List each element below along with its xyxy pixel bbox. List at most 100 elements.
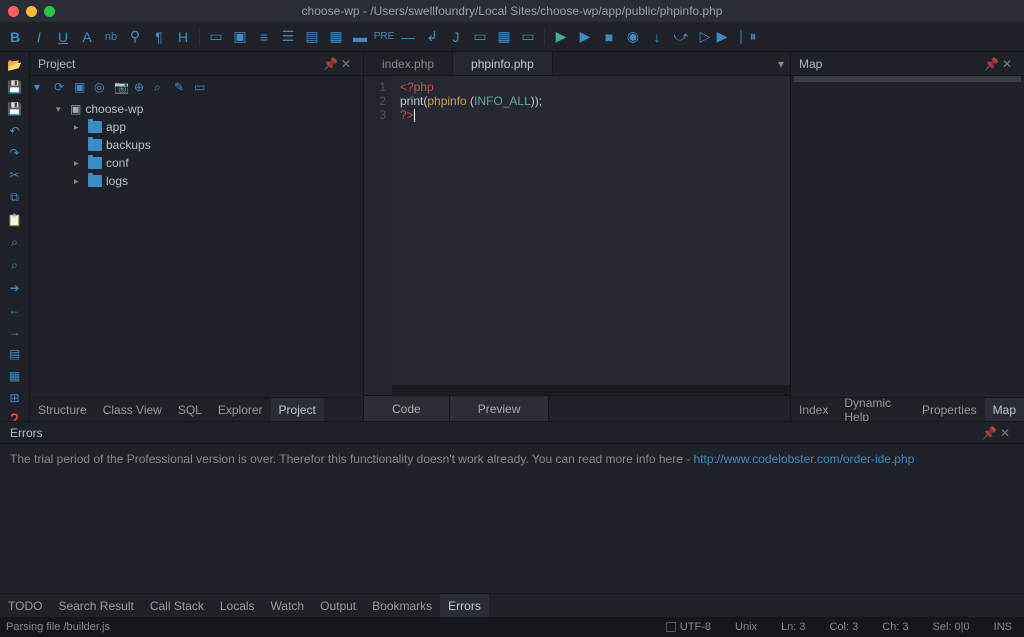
project-sync-icon[interactable]: ⟳ [54,80,68,94]
hr-icon[interactable]: — [399,28,417,46]
expand-icon[interactable]: ⊞ [6,391,24,405]
tab-sql[interactable]: SQL [170,398,210,421]
nav-fwd2-icon[interactable]: → [6,325,24,339]
tree-item-app[interactable]: ▸ app [30,118,363,136]
tab-map[interactable]: Map [985,398,1024,421]
tab-dynamic-help[interactable]: Dynamic Help [836,398,914,421]
tab-properties[interactable]: Properties [914,398,985,421]
link-icon[interactable]: A [78,28,96,46]
tab-output[interactable]: Output [312,594,364,617]
step-over-icon[interactable]: ⤻ [672,28,690,46]
tab-search-result[interactable]: Search Result [50,594,141,617]
project-edit-icon[interactable]: ✎ [174,80,188,94]
chat-icon[interactable]: ☰ [279,28,297,46]
debug-icon[interactable]: ▶ [576,28,594,46]
bookmark-icon[interactable]: ▤ [6,347,24,361]
view-tab-code[interactable]: Code [364,396,450,421]
code-editor[interactable]: 123 <?phpprint(phpinfo (INFO_ALL));?> [364,76,790,395]
textarea-icon[interactable]: ▦ [327,28,345,46]
select-icon[interactable]: ▤ [303,28,321,46]
anchor-icon[interactable]: ⚲ [126,28,144,46]
br-icon[interactable]: ↲ [423,28,441,46]
save-all-icon[interactable]: 💾 [6,102,24,116]
project-collapse-icon[interactable]: ▣ [74,80,88,94]
tab-explorer[interactable]: Explorer [210,398,271,421]
project-show-icon[interactable]: ◎ [94,80,108,94]
close-panel-icon[interactable]: ✕ [1002,57,1016,71]
nav-fwd-icon[interactable]: ← [6,303,24,317]
nbsp-icon[interactable]: nb [102,28,120,46]
tab-watch[interactable]: Watch [263,594,313,617]
tree-item-logs[interactable]: ▸ logs [30,172,363,190]
twisty-icon[interactable]: ▸ [74,122,84,133]
tab-errors[interactable]: Errors [440,594,489,617]
project-chevron-icon[interactable]: ▾ [34,80,48,94]
save-icon[interactable]: 💾 [6,80,24,94]
css-icon[interactable]: ▭ [471,28,489,46]
stop-icon[interactable]: ■ [600,28,618,46]
cut-icon[interactable]: ✂ [6,168,24,182]
minimize-window-button[interactable] [26,6,37,17]
tree-item-conf[interactable]: ▸ conf [30,154,363,172]
errors-link[interactable]: http://www.codelobster.com/order-ide.php [694,452,915,466]
close-panel-icon[interactable]: ✕ [1000,426,1014,440]
minimap-viewport[interactable] [794,76,1021,82]
tab-bookmarks[interactable]: Bookmarks [364,594,440,617]
project-photo-icon[interactable]: 📷 [114,80,128,94]
window-icon[interactable]: ▭ [207,28,225,46]
find-replace-icon[interactable]: ⌕ [6,258,24,273]
minimap[interactable] [791,76,1024,397]
open-file-icon[interactable]: 📂 [6,58,24,72]
nav-back-icon[interactable]: ➔ [6,281,24,295]
tab-call-stack[interactable]: Call Stack [142,594,212,617]
view-tab-preview[interactable]: Preview [450,396,550,421]
tab-todo[interactable]: TODO [0,594,50,617]
js-icon[interactable]: J [447,28,465,46]
copy-icon[interactable]: ⧉ [6,190,24,205]
status-eol[interactable]: Unix [735,621,757,633]
paragraph-icon[interactable]: ¶ [150,28,168,46]
form-icon[interactable]: ▭ [519,28,537,46]
undo-icon[interactable]: ↶ [6,124,24,138]
close-window-button[interactable] [8,6,19,17]
find-icon[interactable]: ⌕ [6,235,24,250]
status-encoding[interactable]: UTF-8 [666,621,711,633]
project-find-icon[interactable]: ⌕ [154,80,168,94]
status-ins[interactable]: INS [994,621,1012,633]
input-icon[interactable]: ▬ [351,28,369,46]
tab-dropdown-icon[interactable]: ▾ [772,52,790,75]
step-into-icon[interactable]: ↓ [648,28,666,46]
heading-icon[interactable]: H [174,28,192,46]
redo-icon[interactable]: ↷ [6,146,24,160]
tree-item-backups[interactable]: backups [30,136,363,154]
project-globe-icon[interactable]: ⊕ [134,80,148,94]
pin-icon[interactable]: 📌 [323,57,337,71]
breakpoint-icon[interactable]: ◉ [624,28,642,46]
pause-icon[interactable]: ⏸ [744,28,762,46]
editor-scrollbar-h[interactable] [392,385,790,395]
step-out-icon[interactable]: ▷ [696,28,714,46]
pin-icon[interactable]: 📌 [984,57,998,71]
continue-icon[interactable]: ▶⎹ [720,28,738,46]
code-body[interactable]: <?phpprint(phpinfo (INFO_ALL));?> [392,76,790,395]
run-icon[interactable]: ▶ [552,28,570,46]
tab-project[interactable]: Project [271,398,324,421]
paste-icon[interactable]: 📋 [6,213,24,227]
tab-phpinfo-php[interactable]: phpinfo.php [453,52,553,75]
tab-index[interactable]: Index [791,398,836,421]
close-panel-icon[interactable]: ✕ [341,57,355,71]
tab-locals[interactable]: Locals [212,594,263,617]
tab-class-view[interactable]: Class View [95,398,170,421]
tab-structure[interactable]: Structure [30,398,95,421]
list-icon[interactable]: ≡ [255,28,273,46]
project-new-icon[interactable]: ▭ [194,80,208,94]
outline-icon[interactable]: ▦ [6,369,24,383]
table-icon[interactable]: ▦ [495,28,513,46]
italic-icon[interactable]: I [30,28,48,46]
pin-icon[interactable]: 📌 [982,426,996,440]
twisty-icon[interactable]: ▸ [74,176,84,187]
twisty-icon[interactable]: ▸ [74,158,84,169]
maximize-window-button[interactable] [44,6,55,17]
bold-icon[interactable]: B [6,28,24,46]
tab-index-php[interactable]: index.php [364,52,453,75]
